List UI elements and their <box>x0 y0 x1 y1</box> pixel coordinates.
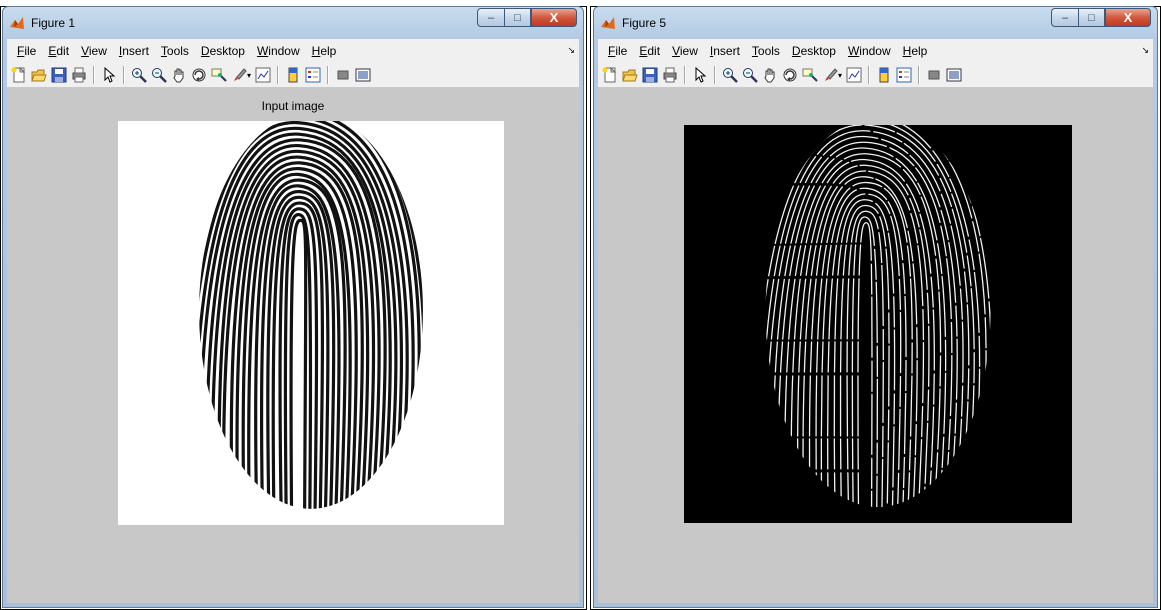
zoom-out-icon[interactable] <box>742 67 758 83</box>
toolbar-separator <box>918 66 921 84</box>
menu-help[interactable]: Help <box>897 44 934 58</box>
new-figure-icon[interactable] <box>11 67 27 83</box>
menu-desktop[interactable]: Desktop <box>786 44 842 58</box>
menu-window[interactable]: Window <box>842 44 897 58</box>
menu-window[interactable]: Window <box>251 44 306 58</box>
hide-plot-tools-icon[interactable] <box>335 67 351 83</box>
menu-file[interactable]: File <box>602 44 633 58</box>
close-button[interactable]: X <box>531 8 577 27</box>
figure-toolbar: ▾ <box>598 63 1153 88</box>
toolbar-separator <box>123 66 125 84</box>
menu-bar: File Edit View Insert Tools Desktop Window Help… <box>7 39 579 63</box>
close-button[interactable]: X <box>1105 8 1151 27</box>
menu-dock-arrow-icon[interactable]: ↘ <box>567 45 575 56</box>
toolbar-separator <box>714 66 716 84</box>
brush-icon[interactable] <box>231 67 247 83</box>
menu-help[interactable]: Help <box>306 44 343 58</box>
menu-insert[interactable]: Insert <box>704 44 746 58</box>
rotate-3d-icon[interactable] <box>191 67 207 83</box>
print-icon[interactable] <box>662 67 678 83</box>
plot-area <box>598 88 1153 603</box>
window-title: Figure 1 <box>31 16 76 30</box>
caption-buttons: – □ X <box>1051 8 1151 28</box>
figure-5-window[interactable]: Figure 5 – □ X File Edit View Insert Tools De… <box>593 6 1158 608</box>
colorbar-icon[interactable] <box>285 67 301 83</box>
brush-dropdown-icon[interactable]: ▾ <box>247 71 251 80</box>
minimize-button[interactable]: – <box>477 8 504 27</box>
menu-desktop[interactable]: Desktop <box>195 44 251 58</box>
toolbar-separator <box>868 66 871 84</box>
open-file-icon[interactable] <box>622 67 638 83</box>
caption-buttons: – □ X <box>477 8 577 28</box>
menu-tools[interactable]: Tools <box>155 44 195 58</box>
figure-client: File Edit View Insert Tools Desktop Window Help… <box>7 39 579 603</box>
minimize-button[interactable]: – <box>1051 8 1078 27</box>
toolbar-separator <box>277 66 280 84</box>
data-cursor-icon[interactable] <box>802 67 818 83</box>
zoom-in-icon[interactable] <box>722 67 738 83</box>
data-cursor-icon[interactable] <box>211 67 227 83</box>
hide-plot-tools-icon[interactable] <box>926 67 942 83</box>
brush-dropdown-icon[interactable]: ▾ <box>838 71 842 80</box>
window-title: Figure 5 <box>622 16 667 30</box>
zoom-out-icon[interactable] <box>151 67 167 83</box>
menu-dock-arrow-icon[interactable]: ↘ <box>1141 45 1149 56</box>
fingerprint-skeleton-image <box>684 125 1072 523</box>
print-icon[interactable] <box>71 67 87 83</box>
save-icon[interactable] <box>642 67 658 83</box>
open-file-icon[interactable] <box>31 67 47 83</box>
maximize-button[interactable]: □ <box>504 8 531 27</box>
link-plot-icon[interactable] <box>846 67 862 83</box>
figure-1-window[interactable]: Figure 1 – □ X File Edit View Insert Tools De… <box>2 6 584 608</box>
toolbar-separator <box>327 66 330 84</box>
axes-title: Input image <box>261 99 325 113</box>
show-plot-tools-icon[interactable] <box>946 67 962 83</box>
menu-view[interactable]: View <box>75 44 113 58</box>
figure-client: File Edit View Insert Tools Desktop Window Help… <box>598 39 1153 603</box>
toolbar-separator <box>684 66 686 84</box>
figure-toolbar: ▾ <box>7 63 579 88</box>
menu-edit[interactable]: Edit <box>42 44 75 58</box>
legend-icon[interactable] <box>896 67 912 83</box>
menu-bar: File Edit View Insert Tools Desktop Window Help… <box>598 39 1153 63</box>
legend-icon[interactable] <box>305 67 321 83</box>
titlebar[interactable]: Figure 1 – □ X <box>3 7 583 37</box>
titlebar[interactable]: Figure 5 – □ X <box>594 7 1157 37</box>
maximize-button[interactable]: □ <box>1078 8 1105 27</box>
pan-icon[interactable] <box>762 67 778 83</box>
menu-file[interactable]: File <box>11 44 42 58</box>
zoom-in-icon[interactable] <box>131 67 147 83</box>
edit-plot-icon[interactable] <box>101 67 117 83</box>
menu-tools[interactable]: Tools <box>746 44 786 58</box>
show-plot-tools-icon[interactable] <box>355 67 371 83</box>
fingerprint-input-image <box>118 121 504 525</box>
pan-icon[interactable] <box>171 67 187 83</box>
matlab-icon <box>601 17 615 29</box>
matlab-icon <box>10 17 24 29</box>
menu-view[interactable]: View <box>666 44 704 58</box>
menu-insert[interactable]: Insert <box>113 44 155 58</box>
edit-plot-icon[interactable] <box>692 67 708 83</box>
plot-area: Input image <box>7 88 579 603</box>
link-plot-icon[interactable] <box>255 67 271 83</box>
new-figure-icon[interactable] <box>602 67 618 83</box>
save-icon[interactable] <box>51 67 67 83</box>
colorbar-icon[interactable] <box>876 67 892 83</box>
brush-icon[interactable] <box>822 67 838 83</box>
rotate-3d-icon[interactable] <box>782 67 798 83</box>
toolbar-separator <box>93 66 95 84</box>
menu-edit[interactable]: Edit <box>633 44 666 58</box>
